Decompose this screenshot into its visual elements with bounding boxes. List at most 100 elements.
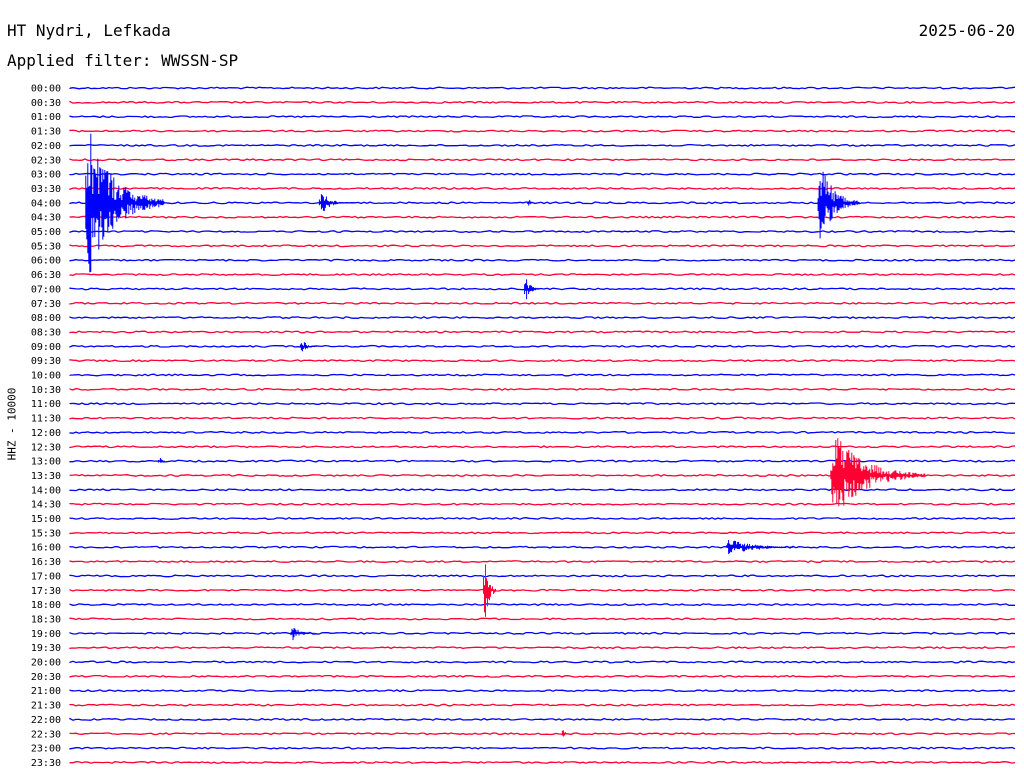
time-tick-label: 10:30 bbox=[31, 385, 61, 396]
time-tick-label: 13:00 bbox=[31, 457, 61, 468]
time-tick-label: 02:00 bbox=[31, 141, 61, 152]
trace-line bbox=[69, 230, 1016, 233]
trace-line bbox=[69, 516, 1016, 521]
time-tick-label: 05:00 bbox=[31, 227, 61, 238]
time-tick-label: 08:00 bbox=[31, 313, 61, 324]
time-tick-label: 12:00 bbox=[31, 428, 61, 439]
seismic-event bbox=[299, 342, 319, 352]
trace-line bbox=[69, 660, 1016, 664]
trace-line bbox=[69, 373, 1016, 377]
time-tick-label: 00:30 bbox=[31, 98, 61, 109]
trace-line bbox=[69, 574, 1016, 578]
trace-line bbox=[69, 387, 1015, 391]
trace-line bbox=[69, 344, 1016, 348]
time-tick-label: 07:30 bbox=[31, 299, 61, 310]
trace-line bbox=[69, 273, 1016, 277]
time-tick-label: 23:30 bbox=[31, 758, 61, 769]
time-tick-label: 22:00 bbox=[31, 715, 61, 726]
time-tick-label: 03:00 bbox=[31, 170, 61, 181]
time-tick-label: 01:00 bbox=[31, 112, 61, 123]
time-tick-label: 00:00 bbox=[31, 84, 61, 95]
trace-line bbox=[69, 560, 1016, 564]
time-tick-label: 18:00 bbox=[31, 600, 61, 611]
time-tick-label: 14:00 bbox=[31, 485, 61, 496]
time-tick-label: 21:30 bbox=[31, 701, 61, 712]
trace-line bbox=[69, 588, 1016, 592]
trace-group bbox=[69, 86, 1016, 764]
time-tick-label: 04:00 bbox=[31, 198, 61, 209]
trace-line bbox=[69, 703, 1016, 707]
trace-line bbox=[69, 258, 1016, 262]
time-tick-label: 08:30 bbox=[31, 327, 61, 338]
seismic-event bbox=[817, 171, 860, 239]
trace-line bbox=[69, 674, 1016, 678]
time-tick-label: 02:30 bbox=[31, 155, 61, 166]
seismic-event bbox=[830, 438, 926, 507]
time-tick-label: 09:30 bbox=[31, 356, 61, 367]
seismogram-plot: 00:00 00:30 01:00 01:30 02:00 02:30 03:00 03:30… bbox=[31, 84, 1016, 769]
trace-line bbox=[69, 502, 1016, 506]
trace-line bbox=[69, 617, 1016, 621]
time-tick-label: 14:30 bbox=[31, 500, 61, 511]
time-tick-label: 05:30 bbox=[31, 241, 61, 252]
time-tick-label: 19:00 bbox=[31, 629, 61, 640]
time-tick-labels: 00:00 00:30 01:00 01:30 02:00 02:30 03:00 03:30… bbox=[31, 84, 61, 769]
trace-line bbox=[69, 215, 1016, 219]
time-tick-label: 01:30 bbox=[31, 127, 61, 138]
time-tick-label: 15:30 bbox=[31, 528, 61, 539]
trace-line bbox=[69, 402, 1016, 406]
time-tick-label: 16:00 bbox=[31, 543, 61, 554]
trace-line bbox=[69, 531, 1016, 535]
trace-line bbox=[69, 186, 1016, 191]
seismic-event bbox=[524, 279, 541, 300]
trace-line bbox=[69, 359, 1016, 363]
trace-line bbox=[69, 430, 1016, 434]
time-tick-label: 15:00 bbox=[31, 514, 61, 525]
time-tick-label: 17:30 bbox=[31, 586, 61, 597]
trace-line bbox=[69, 287, 1016, 291]
trace-line bbox=[69, 143, 1016, 147]
seismic-event bbox=[85, 133, 165, 273]
time-tick-label: 18:30 bbox=[31, 614, 61, 625]
trace-line bbox=[69, 545, 1016, 549]
trace-line bbox=[69, 459, 1016, 463]
seismic-event bbox=[527, 199, 535, 206]
time-tick-label: 20:00 bbox=[31, 658, 61, 669]
trace-line bbox=[69, 603, 1015, 607]
trace-line bbox=[69, 488, 1016, 492]
time-tick-label: 23:00 bbox=[31, 744, 61, 755]
trace-line bbox=[69, 316, 1016, 320]
trace-line bbox=[69, 158, 1016, 162]
trace-line bbox=[69, 172, 1016, 176]
time-tick-label: 20:30 bbox=[31, 672, 61, 683]
trace-line bbox=[69, 746, 1016, 750]
trace-line bbox=[69, 689, 1016, 693]
time-tick-label: 07:00 bbox=[31, 284, 61, 295]
time-tick-label: 10:00 bbox=[31, 371, 61, 382]
trace-line bbox=[69, 717, 1016, 721]
trace-line bbox=[69, 761, 1016, 764]
trace-line bbox=[69, 646, 1015, 650]
trace-line bbox=[69, 129, 1016, 133]
seismic-event bbox=[483, 564, 496, 617]
time-tick-label: 11:30 bbox=[31, 414, 61, 425]
time-tick-label: 03:30 bbox=[31, 184, 61, 195]
time-tick-label: 16:30 bbox=[31, 557, 61, 568]
trace-line bbox=[69, 244, 1016, 248]
time-tick-label: 22:30 bbox=[31, 729, 61, 740]
trace-line bbox=[69, 631, 1016, 635]
trace-line bbox=[69, 100, 1016, 104]
trace-line bbox=[69, 445, 1016, 449]
seismic-event bbox=[726, 540, 806, 554]
time-tick-label: 06:30 bbox=[31, 270, 61, 281]
time-tick-label: 09:00 bbox=[31, 342, 61, 353]
trace-line bbox=[69, 86, 1016, 90]
time-tick-label: 06:00 bbox=[31, 256, 61, 267]
trace-line bbox=[69, 115, 1016, 119]
time-tick-label: 17:00 bbox=[31, 571, 61, 582]
time-tick-label: 04:30 bbox=[31, 213, 61, 224]
trace-line bbox=[69, 732, 1015, 736]
trace-line bbox=[69, 330, 1016, 334]
time-tick-label: 19:30 bbox=[31, 643, 61, 654]
trace-line bbox=[69, 301, 1016, 305]
